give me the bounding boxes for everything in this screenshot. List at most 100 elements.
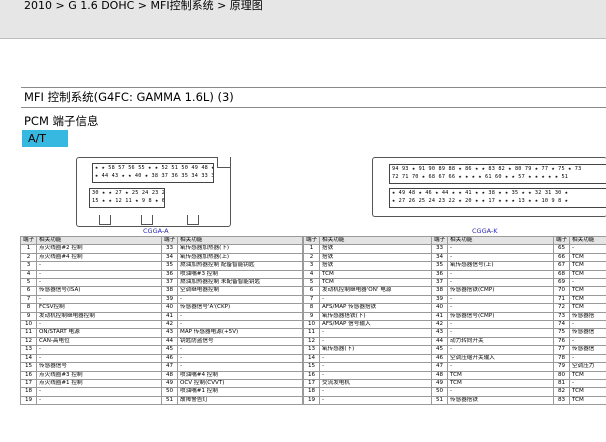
function-cell: -	[36, 278, 162, 288]
table-row: 8 FCSV控制 40 传感器信号'A'(CKP)	[20, 303, 303, 313]
function-cell: 点火线圈#2 控制	[36, 244, 162, 254]
table-row: 19-51 传感器搭铁 83 TCM	[303, 395, 606, 406]
table-header-cell: 相关功能	[447, 235, 554, 246]
function-cell: 传感器信号'A'(CKP)	[177, 303, 303, 313]
table-row: 9 氧传感器搭铁(下) 41 传感器信号(CMP) 73 传感器搭	[303, 311, 606, 322]
table-row: 7-39-	[20, 294, 303, 305]
function-cell: 氧传感器加热器(上)	[177, 252, 303, 263]
function-cell: -	[36, 395, 162, 406]
function-cell: -	[447, 303, 554, 313]
terminal-number-cell: 39	[431, 294, 448, 305]
connector-a-latch	[217, 157, 231, 168]
connector-a-leg	[141, 215, 153, 225]
table-header-row: 端子 相关功能 端子 相关功能	[20, 235, 303, 246]
function-cell: -	[447, 320, 554, 330]
connector-k-label: CGGA-K	[472, 227, 498, 235]
terminal-number-cell: 51	[161, 395, 178, 406]
terminal-number-cell: 6	[20, 286, 37, 296]
table-header-cell: 端子	[431, 235, 448, 246]
terminal-number-cell: 43	[431, 328, 448, 338]
function-cell: 空调压缩开关输入	[447, 353, 554, 364]
terminal-number-cell: 9	[303, 311, 320, 322]
function-cell: 喷油嘴#1 控制	[177, 387, 303, 397]
terminal-number-cell: 4	[20, 269, 37, 280]
terminal-number-cell: 16	[20, 370, 37, 380]
function-cell: 点火线圈#3 控制	[36, 370, 162, 380]
terminal-number-cell: 36	[161, 269, 178, 280]
function-cell: -	[569, 320, 606, 330]
function-cell: 燃油加热器控制 未配备智能钥匙	[177, 278, 303, 288]
table-row: 13 氧传感器(下) 45-77 传感器信	[303, 345, 606, 355]
terminal-number-cell: 2	[303, 252, 320, 263]
table-row: 12 CAN-高电位 44 钥匙防盗信号	[20, 336, 303, 347]
terminal-number-cell: 3	[303, 261, 320, 271]
function-cell: -	[447, 252, 554, 263]
function-cell: TCM	[569, 370, 606, 380]
terminal-number-cell: 74	[553, 320, 570, 330]
table-row: 9 发动机控制继电器控制 41-	[20, 311, 303, 322]
tab-at[interactable]: A/T	[22, 130, 68, 147]
terminal-number-cell: 44	[431, 336, 448, 347]
pin-row: 94 93 ★ 91 90 89 88 ★ 86 ★ ★ 83 82 ★ 80 …	[392, 166, 582, 172]
function-cell: -	[36, 294, 162, 305]
function-cell: -	[447, 294, 554, 305]
table-header-cell: 相关功能	[177, 235, 303, 246]
terminal-number-cell: 18	[20, 387, 37, 397]
table-row: 7-39-71 TCM	[303, 294, 606, 305]
function-cell: 氧传感器加热器(下)	[177, 244, 303, 254]
function-cell: 点火线圈#4 控制	[36, 252, 162, 263]
table-row: 4 TCM 36-68 TCM	[303, 269, 606, 280]
table-row: 4-36 喷油嘴#3 控制	[20, 269, 303, 280]
terminal-number-cell: 33	[161, 244, 178, 254]
terminal-number-cell: 1	[303, 244, 320, 254]
terminal-number-cell: 14	[20, 353, 37, 364]
function-cell: 传感器搭	[569, 311, 606, 322]
function-cell: 喷油嘴#3 控制	[177, 269, 303, 280]
terminal-number-cell: 79	[553, 362, 570, 372]
terminal-number-cell: 8	[20, 303, 37, 313]
function-cell: CAN-高电位	[36, 336, 162, 347]
table-row: 10 AFS/MAP 信号输入 42-74-	[303, 320, 606, 330]
terminal-number-cell: 41	[161, 311, 178, 322]
terminal-number-cell: 38	[431, 286, 448, 296]
table-row: 17 交流发电机 49 TCM 81-	[303, 378, 606, 389]
terminal-number-cell: 49	[431, 378, 448, 389]
title-divider-top	[21, 87, 606, 88]
function-cell: AFS/MAP 信号输入	[319, 320, 432, 330]
table-row: 12-44 动力转向开关 76-	[303, 336, 606, 347]
function-cell: -	[569, 278, 606, 288]
terminal-number-cell: 14	[303, 353, 320, 364]
function-cell: 喷油嘴#4 控制	[177, 370, 303, 380]
pin-row: ★ ★ 58 57 56 55 ★ ★ 52 51 50 49 48 ★ ★ ★	[95, 165, 213, 171]
function-cell: 传感器信号	[36, 362, 162, 372]
terminal-number-cell: 47	[431, 362, 448, 372]
terminal-number-cell: 13	[20, 345, 37, 355]
function-cell: TCM	[569, 387, 606, 397]
function-cell: -	[36, 269, 162, 280]
function-cell: -	[319, 387, 432, 397]
terminal-number-cell: 47	[161, 362, 178, 372]
function-cell: 传感器搭铁(CMP)	[447, 286, 554, 296]
function-cell: -	[319, 362, 432, 372]
terminal-number-cell: 43	[161, 328, 178, 338]
terminal-number-cell: 2	[20, 252, 37, 263]
table-row: 2 搭铁 34-66 TCM	[303, 252, 606, 263]
terminal-number-cell: 37	[431, 278, 448, 288]
terminal-number-cell: 10	[303, 320, 320, 330]
terminal-number-cell: 16	[303, 370, 320, 380]
terminal-number-cell: 19	[20, 395, 37, 406]
function-cell: -	[447, 278, 554, 288]
terminal-number-cell: 50	[161, 387, 178, 397]
breadcrumb[interactable]: 2010 > G 1.6 DOHC > MFI控制系统 > 原理图	[24, 0, 263, 14]
table-row: 17 点火线圈#1 控制 49 OCV 控制(CVVT)	[20, 378, 303, 389]
function-cell: TCM	[569, 303, 606, 313]
function-cell: -	[36, 320, 162, 330]
function-cell: 传感器信	[569, 345, 606, 355]
table-row: 5-37 燃油加热器控制 未配备智能钥匙	[20, 278, 303, 288]
terminal-number-cell: 80	[553, 370, 570, 380]
function-cell: 点火线圈#1 控制	[36, 378, 162, 389]
function-cell: -	[569, 336, 606, 347]
connector-k-pin-block-top: 94 93 ★ 91 90 89 88 ★ 86 ★ ★ 83 82 ★ 80 …	[389, 164, 606, 184]
function-cell: 钥匙防盗信号	[177, 336, 303, 347]
function-cell: 传感器信	[569, 328, 606, 338]
